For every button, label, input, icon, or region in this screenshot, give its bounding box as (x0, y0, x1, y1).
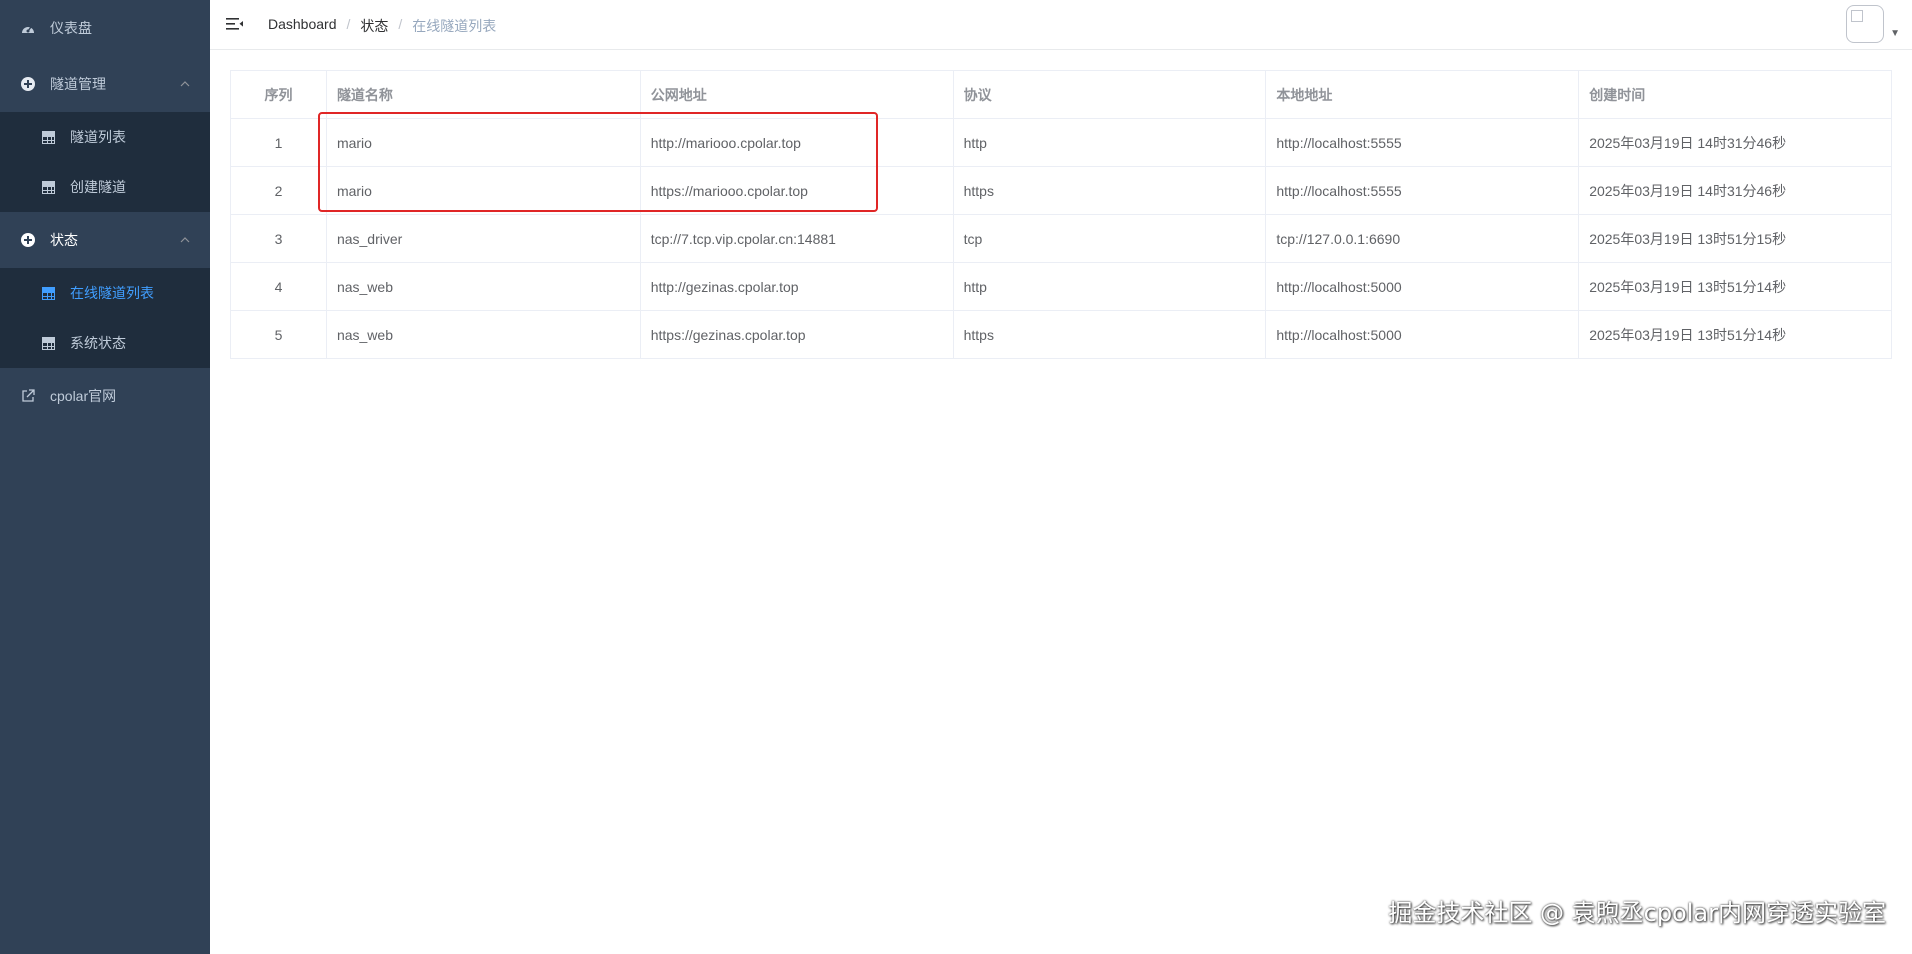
column-header: 序列 (230, 70, 327, 119)
cell-created-time: 2025年03月19日 14时31分46秒 (1578, 166, 1892, 215)
cell-created-time: 2025年03月19日 14时31分46秒 (1578, 118, 1892, 167)
cell-index: 5 (230, 310, 327, 359)
table-icon (40, 285, 56, 301)
cell-protocol: https (952, 166, 1267, 215)
table-row[interactable]: 3 nas_driver tcp://7.tcp.vip.cpolar.cn:1… (230, 214, 1892, 263)
cell-public-url: http://mariooo.cpolar.top (639, 118, 954, 167)
tunnel-table-container: 序列 隧道名称 公网地址 协议 本地地址 创建时间 1 mario http:/… (230, 70, 1892, 359)
breadcrumb: Dashboard / 状态 / 在线隧道列表 (268, 16, 496, 36)
table-header-row: 序列 隧道名称 公网地址 协议 本地地址 创建时间 (230, 70, 1892, 119)
cell-index: 4 (230, 262, 327, 311)
breadcrumb-item[interactable]: Dashboard (268, 16, 337, 36)
cell-created-time: 2025年03月19日 13时51分14秒 (1578, 310, 1892, 359)
cell-public-url: https://mariooo.cpolar.top (639, 166, 954, 215)
menu-system-status-label: 系统状态 (70, 335, 126, 351)
table-icon (40, 335, 56, 351)
sidebar: 仪表盘 隧道管理 隧道列表 创建隧道 状态 在线隧道列表 系统状态 cpolar… (0, 0, 210, 954)
cell-local-address: http://localhost:5000 (1265, 310, 1580, 359)
cell-index: 2 (230, 166, 327, 215)
chevron-up-icon (180, 234, 190, 246)
breadcrumb-item[interactable]: 状态 (360, 16, 388, 36)
column-header: 协议 (952, 70, 1267, 119)
cell-tunnel-name: nas_driver (325, 214, 641, 263)
table-row[interactable]: 4 nas_web http://gezinas.cpolar.top http… (230, 262, 1892, 311)
menu-dashboard[interactable]: 仪表盘 (0, 0, 210, 56)
column-header: 隧道名称 (325, 70, 641, 119)
menu-tunnel-list-label: 隧道列表 (70, 129, 126, 145)
cell-tunnel-name: nas_web (325, 310, 641, 359)
cell-tunnel-name: nas_web (325, 262, 641, 311)
cell-protocol: http (952, 118, 1267, 167)
menu-cpolar-website-label: cpolar官网 (50, 388, 117, 404)
column-header: 创建时间 (1578, 70, 1892, 119)
breadcrumb-separator: / (398, 16, 403, 32)
table-row[interactable]: 2 mario https://mariooo.cpolar.top https… (230, 166, 1892, 215)
chevron-up-icon (180, 78, 190, 90)
avatar[interactable] (1846, 5, 1885, 43)
external-link-icon (20, 388, 36, 404)
cell-created-time: 2025年03月19日 13时51分15秒 (1578, 214, 1892, 263)
table-icon (40, 179, 56, 195)
watermark: 掘金技术社区 @ 袁煦丞cpolar内网穿透实验室 (1388, 899, 1886, 927)
menu-dashboard-label: 仪表盘 (50, 20, 92, 36)
caret-down-icon[interactable]: ▼ (1890, 28, 1900, 39)
menu-create-tunnel[interactable]: 创建隧道 (0, 162, 210, 212)
breadcrumb-current: 在线隧道列表 (412, 18, 497, 34)
menu-create-tunnel-label: 创建隧道 (70, 179, 126, 195)
menu-online-tunnel-list-label: 在线隧道列表 (70, 285, 154, 301)
cell-local-address: http://localhost:5000 (1265, 262, 1580, 311)
menu-tunnel-management[interactable]: 隧道管理 (0, 56, 210, 112)
navbar: Dashboard / 状态 / 在线隧道列表 ▼ (210, 0, 1912, 50)
menu-tunnel-list[interactable]: 隧道列表 (0, 112, 210, 162)
cell-local-address: http://localhost:5555 (1265, 118, 1580, 167)
menu-tunnel-management-label: 隧道管理 (50, 76, 106, 92)
cell-local-address: http://localhost:5555 (1265, 166, 1580, 215)
cell-protocol: http (952, 262, 1267, 311)
submenu-status: 在线隧道列表 系统状态 (0, 268, 210, 368)
online-tunnel-table: 序列 隧道名称 公网地址 协议 本地地址 创建时间 1 mario http:/… (230, 70, 1892, 359)
cell-tunnel-name: mario (325, 166, 641, 215)
submenu-tunnel-management: 隧道列表 创建隧道 (0, 112, 210, 212)
cell-local-address: tcp://127.0.0.1:6690 (1265, 214, 1580, 263)
cell-index: 3 (230, 214, 327, 263)
dashboard-icon (20, 20, 36, 36)
plus-circle-icon (20, 76, 36, 92)
menu-status[interactable]: 状态 (0, 212, 210, 268)
table-row[interactable]: 5 nas_web https://gezinas.cpolar.top htt… (230, 310, 1892, 359)
cell-created-time: 2025年03月19日 13时51分14秒 (1578, 262, 1892, 311)
column-header: 公网地址 (639, 70, 954, 119)
cell-protocol: tcp (952, 214, 1267, 263)
breadcrumb-separator: / (346, 16, 351, 32)
hamburger-icon[interactable] (226, 16, 244, 32)
table-row[interactable]: 1 mario http://mariooo.cpolar.top http h… (230, 118, 1892, 167)
column-header: 本地地址 (1265, 70, 1580, 119)
menu-system-status[interactable]: 系统状态 (0, 318, 210, 368)
table-icon (40, 129, 56, 145)
cell-public-url: https://gezinas.cpolar.top (639, 310, 954, 359)
cell-index: 1 (230, 118, 327, 167)
cell-public-url: tcp://7.tcp.vip.cpolar.cn:14881 (639, 214, 954, 263)
menu-status-label: 状态 (50, 232, 78, 248)
plus-circle-icon (20, 232, 36, 248)
menu-cpolar-website[interactable]: cpolar官网 (0, 368, 210, 424)
menu-online-tunnel-list[interactable]: 在线隧道列表 (0, 268, 210, 318)
cell-public-url: http://gezinas.cpolar.top (639, 262, 954, 311)
cell-protocol: https (952, 310, 1267, 359)
cell-tunnel-name: mario (325, 118, 641, 167)
user-menu[interactable]: ▼ (1846, 5, 1900, 43)
